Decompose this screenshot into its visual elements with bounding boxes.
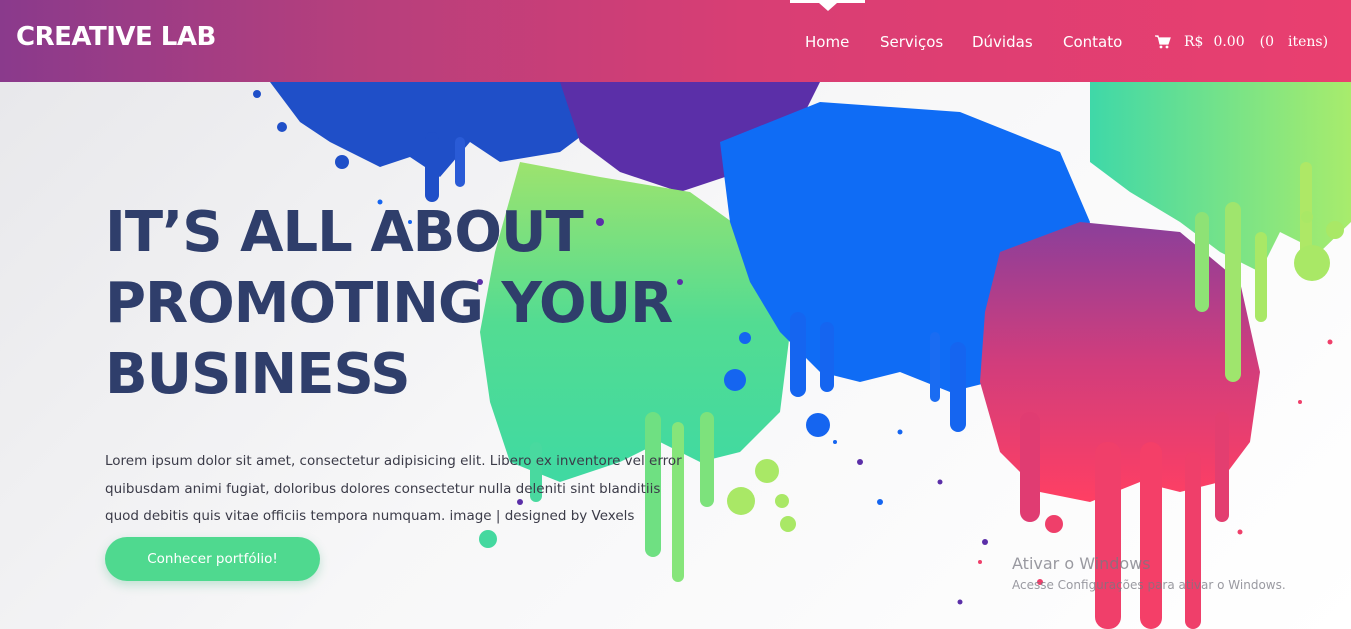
hero-lead-text: Lorem ipsum dolor sit amet, consectetur … bbox=[105, 448, 745, 531]
nav-link-contato[interactable]: Contato bbox=[1063, 33, 1122, 51]
top-navbar: CREATIVE LAB Home Serviços Dúvidas Conta… bbox=[0, 0, 1351, 82]
hero-headline: IT’S ALL ABOUT PROMOTING YOUR BUSINESS bbox=[105, 197, 805, 410]
lead-line: quibusdam animi fugiat, doloribus dolore… bbox=[105, 480, 661, 497]
cart-count: (0 bbox=[1259, 34, 1274, 50]
headline-line: IT’S ALL ABOUT bbox=[105, 200, 584, 265]
lead-line: Lorem ipsum dolor sit amet, consectetur … bbox=[105, 453, 682, 469]
nav-link-home[interactable]: Home bbox=[805, 33, 849, 51]
headline-line: BUSINESS bbox=[105, 342, 411, 407]
portfolio-button[interactable]: Conhecer portfólio! bbox=[105, 537, 320, 581]
active-nav-indicator bbox=[790, 0, 865, 11]
brand-logo[interactable]: CREATIVE LAB bbox=[16, 22, 216, 52]
headline-line: PROMOTING YOUR bbox=[105, 271, 673, 336]
cart-currency: R$ bbox=[1184, 34, 1204, 50]
lead-line: quod debitis quis vitae officiis tempora… bbox=[105, 508, 635, 524]
cart-icon bbox=[1155, 35, 1171, 49]
cart-summary[interactable]: R$ 0.00 (0 itens) bbox=[1155, 34, 1328, 50]
watermark-subtitle: Acesse Configurações para ativar o Windo… bbox=[1012, 578, 1286, 592]
hero-section: IT’S ALL ABOUT PROMOTING YOUR BUSINESS L… bbox=[0, 82, 1351, 629]
cart-items-label: itens) bbox=[1288, 34, 1329, 50]
windows-activation-watermark: Ativar o Windows Acesse Configurações pa… bbox=[1012, 554, 1286, 596]
nav-link-duvidas[interactable]: Dúvidas bbox=[972, 33, 1033, 51]
nav-link-servicos[interactable]: Serviços bbox=[880, 33, 943, 51]
watermark-title: Ativar o Windows bbox=[1012, 554, 1151, 573]
cart-amount: 0.00 bbox=[1213, 34, 1245, 50]
